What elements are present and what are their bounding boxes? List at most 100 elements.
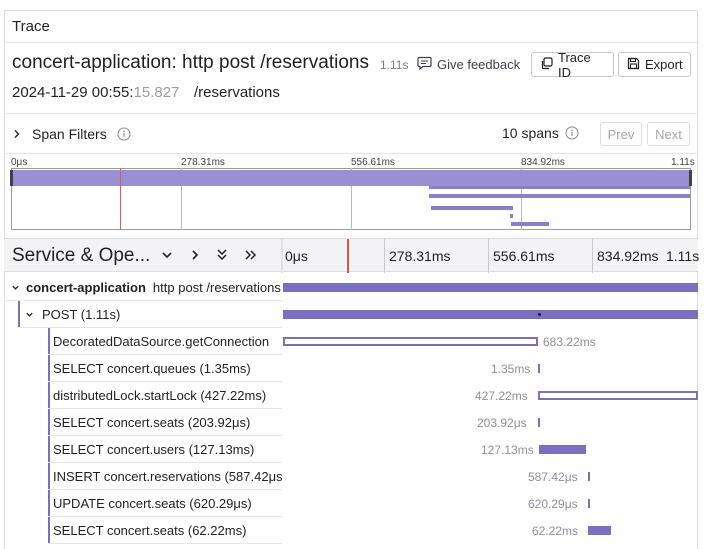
next-button[interactable]: Next bbox=[647, 122, 690, 146]
minimap-span-bar bbox=[12, 170, 690, 186]
span-bar[interactable] bbox=[283, 310, 698, 319]
span-timeline: 203.92μs bbox=[283, 409, 698, 436]
timeline-tick: 0μs bbox=[285, 248, 308, 264]
span-duration: 683.22ms bbox=[543, 335, 596, 349]
span-label[interactable]: DecoratedDataSource.getConnection bbox=[48, 328, 282, 355]
timeline-gridline bbox=[488, 239, 489, 273]
trace-minimap[interactable]: 0μs 278.31ms 556.61ms 834.92ms 1.11s bbox=[10, 154, 695, 232]
span-count-label: 10 spans bbox=[502, 125, 559, 141]
column-resizer[interactable] bbox=[281, 239, 283, 273]
span-label[interactable]: concert-application http post /reservati… bbox=[4, 274, 282, 301]
export-button[interactable]: Export bbox=[618, 52, 691, 77]
span-row[interactable]: INSERT concert.reservations (587.42μs) 5… bbox=[4, 463, 698, 490]
span-timeline: 587.42μs bbox=[283, 463, 698, 490]
operation-name: SELECT concert.users (127.13ms) bbox=[53, 441, 255, 457]
span-timeline bbox=[283, 301, 698, 328]
minimap-handle-left[interactable] bbox=[10, 170, 13, 186]
span-label[interactable]: distributedLock.startLock (427.22ms) bbox=[48, 382, 282, 409]
span-row[interactable]: SELECT concert.queues (1.35ms) 1.35ms bbox=[4, 355, 698, 382]
minimap-tick: 1.11s bbox=[671, 157, 695, 168]
span-indent-marker bbox=[48, 409, 50, 435]
span-bar[interactable] bbox=[588, 526, 611, 535]
span-bar[interactable] bbox=[539, 445, 586, 454]
timeline-tick: 278.31ms bbox=[389, 248, 451, 264]
minimap-handle-right[interactable] bbox=[689, 170, 692, 186]
span-row[interactable]: SELECT concert.users (127.13ms) 127.13ms bbox=[4, 436, 698, 463]
operation-name: SELECT concert.queues (1.35ms) bbox=[53, 360, 251, 376]
span-timeline: 1.35ms bbox=[283, 355, 698, 382]
span-row[interactable]: concert-application http post /reservati… bbox=[4, 274, 698, 301]
span-bar[interactable] bbox=[283, 337, 538, 346]
span-label[interactable]: SELECT concert.seats (203.92μs) bbox=[48, 409, 282, 436]
span-duration: 203.92μs bbox=[477, 416, 527, 430]
give-feedback-label: Give feedback bbox=[437, 56, 521, 72]
span-indent-marker bbox=[48, 463, 50, 489]
minimap-span-bar bbox=[511, 222, 549, 226]
operation-name: INSERT concert.reservations (587.42μs) bbox=[53, 468, 282, 484]
give-feedback-button[interactable]: Give feedback bbox=[417, 53, 520, 75]
span-duration: 1.35ms bbox=[491, 362, 531, 376]
span-row[interactable]: UPDATE concert.seats (620.29μs) 620.29μs bbox=[4, 490, 698, 517]
span-indent-marker bbox=[48, 382, 50, 408]
operation-name: UPDATE concert.seats (620.29μs) bbox=[53, 495, 252, 511]
comment-icon bbox=[417, 56, 432, 73]
timeline-tick: 556.61ms bbox=[493, 248, 555, 264]
info-icon[interactable] bbox=[565, 126, 579, 140]
span-label[interactable]: UPDATE concert.seats (620.29μs) bbox=[48, 490, 282, 517]
span-bar[interactable] bbox=[538, 418, 540, 427]
span-label[interactable]: SELECT concert.seats (62.22ms) bbox=[48, 517, 282, 544]
copy-icon bbox=[540, 56, 553, 73]
divider bbox=[5, 113, 697, 114]
span-indent-marker bbox=[48, 328, 50, 354]
span-bar[interactable] bbox=[588, 499, 590, 508]
minimap-span-bar bbox=[429, 186, 690, 189]
minimap-span-bar bbox=[431, 206, 513, 210]
trace-start-time: 2024-11-29 00:55:15.827 bbox=[12, 84, 179, 101]
span-row[interactable]: distributedLock.startLock (427.22ms) 427… bbox=[4, 382, 698, 409]
chevron-down-icon[interactable] bbox=[8, 283, 22, 292]
span-row[interactable]: POST (1.11s) bbox=[4, 301, 698, 328]
span-filters-toggle[interactable]: Span Filters bbox=[12, 124, 131, 144]
chevron-right-icon[interactable] bbox=[189, 248, 201, 266]
trace-id-button[interactable]: Trace ID bbox=[531, 50, 614, 80]
minimap-cursor[interactable] bbox=[120, 168, 121, 230]
span-timeline: 683.22ms bbox=[283, 328, 698, 355]
timeline-gridline bbox=[592, 239, 593, 273]
span-row[interactable]: SELECT concert.seats (62.22ms) 62.22ms bbox=[4, 517, 698, 544]
minimap-tick: 0μs bbox=[11, 157, 28, 168]
span-bar[interactable] bbox=[283, 283, 698, 292]
span-duration: 620.29μs bbox=[528, 497, 578, 511]
span-bar[interactable] bbox=[538, 364, 540, 373]
chevrons-right-icon[interactable] bbox=[244, 248, 258, 266]
span-duration: 427.22ms bbox=[475, 389, 528, 403]
chevron-down-icon[interactable] bbox=[22, 310, 36, 319]
span-label[interactable]: POST (1.11s) bbox=[18, 301, 282, 328]
span-timeline: 62.22ms bbox=[283, 517, 698, 544]
span-label[interactable]: SELECT concert.queues (1.35ms) bbox=[48, 355, 282, 382]
info-icon[interactable] bbox=[117, 127, 131, 141]
trace-date-ms: 15.827 bbox=[133, 84, 180, 101]
span-timeline: 427.22ms bbox=[283, 382, 698, 409]
column-title: Service & Ope... bbox=[12, 245, 151, 266]
chevron-down-icon[interactable] bbox=[161, 248, 173, 266]
trace-path: /reservations bbox=[194, 84, 280, 101]
span-timeline: 127.13ms bbox=[283, 436, 698, 463]
operation-name: SELECT concert.seats (203.92μs) bbox=[53, 414, 251, 430]
span-timeline bbox=[283, 274, 698, 301]
chevrons-down-icon[interactable] bbox=[216, 248, 228, 267]
span-label[interactable]: INSERT concert.reservations (587.42μs) bbox=[48, 463, 282, 490]
operation-name: DecoratedDataSource.getConnection bbox=[53, 333, 270, 349]
prev-button[interactable]: Prev bbox=[600, 122, 642, 146]
span-bar[interactable] bbox=[588, 472, 590, 481]
span-row[interactable]: SELECT concert.seats (203.92μs) 203.92μs bbox=[4, 409, 698, 436]
chevron-right-icon bbox=[12, 126, 22, 142]
export-label: Export bbox=[645, 57, 683, 72]
span-label[interactable]: SELECT concert.users (127.13ms) bbox=[48, 436, 282, 463]
divider bbox=[5, 42, 697, 43]
span-indent-marker bbox=[48, 355, 50, 381]
timeline-cursor[interactable] bbox=[347, 239, 349, 273]
trace-date: 2024-11-29 00:55: bbox=[12, 84, 134, 101]
span-row[interactable]: DecoratedDataSource.getConnection 683.22… bbox=[4, 328, 698, 355]
span-bar[interactable] bbox=[538, 391, 698, 400]
span-indent-marker bbox=[48, 436, 50, 462]
